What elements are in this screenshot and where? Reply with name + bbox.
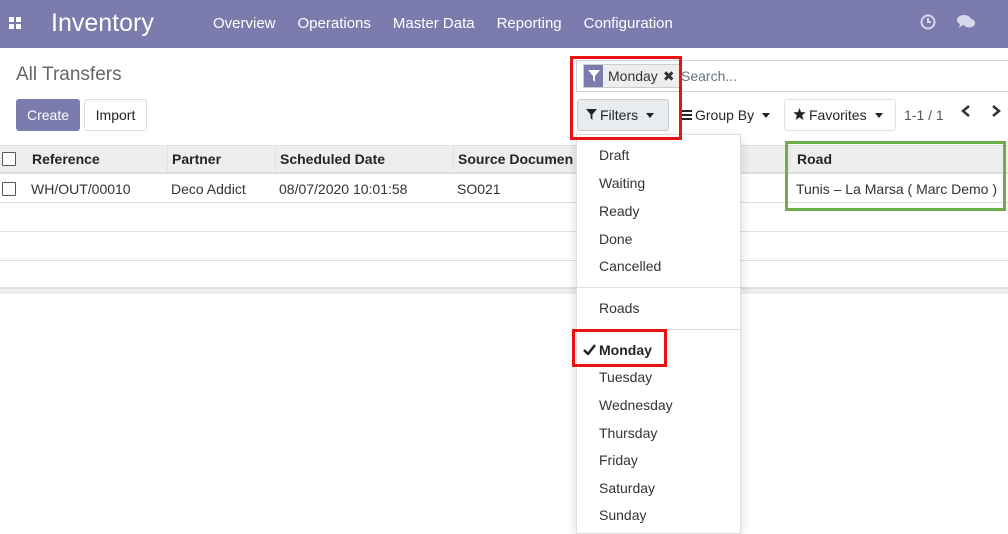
- cell-reference: WH/OUT/00010: [31, 181, 131, 197]
- chat-icon[interactable]: [957, 14, 976, 35]
- main-menu: Overview Operations Master Data Reportin…: [213, 15, 673, 32]
- cell-partner: Deco Addict: [171, 181, 246, 197]
- filter-tuesday[interactable]: Tuesday: [599, 369, 652, 385]
- filters-label: Filters: [600, 107, 639, 123]
- table-row-empty: [0, 204, 1008, 232]
- dropdown-divider: [577, 329, 740, 330]
- menu-overview[interactable]: Overview: [213, 15, 276, 32]
- list-icon: [681, 107, 692, 123]
- table-row[interactable]: WH/OUT/00010 Deco Addict 08/07/2020 10:0…: [0, 175, 1008, 203]
- column-partner[interactable]: Partner: [168, 146, 276, 173]
- select-all-checkbox[interactable]: [2, 152, 16, 166]
- star-icon: [793, 107, 806, 123]
- group-by-label: Group By: [695, 107, 755, 123]
- check-icon: [583, 342, 596, 358]
- import-button[interactable]: Import: [84, 99, 147, 131]
- menu-operations[interactable]: Operations: [298, 15, 371, 32]
- table-row-empty: [0, 261, 1008, 288]
- filters-dropdown: Draft Waiting Ready Done Cancelled Roads…: [576, 134, 741, 534]
- facet-remove-icon[interactable]: ✖: [663, 65, 679, 87]
- search-bar[interactable]: Monday ✖: [576, 60, 1008, 92]
- app-title[interactable]: Inventory: [51, 9, 154, 38]
- filter-thursday[interactable]: Thursday: [599, 425, 657, 441]
- clock-icon[interactable]: [920, 14, 936, 35]
- pager-next-icon[interactable]: [990, 104, 1002, 123]
- create-button[interactable]: Create: [16, 99, 80, 131]
- filter-wednesday[interactable]: Wednesday: [599, 397, 673, 413]
- pager-previous-icon[interactable]: [960, 104, 972, 123]
- favorites-button[interactable]: Favorites: [784, 99, 896, 131]
- column-reference[interactable]: Reference: [28, 146, 168, 173]
- filter-waiting[interactable]: Waiting: [599, 175, 645, 191]
- filters-button[interactable]: Filters: [577, 99, 669, 131]
- filter-done[interactable]: Done: [599, 231, 632, 247]
- filter-saturday[interactable]: Saturday: [599, 480, 655, 496]
- menu-master-data[interactable]: Master Data: [393, 15, 475, 32]
- cell-road: Tunis – La Marsa ( Marc Demo ): [796, 181, 997, 197]
- menu-reporting[interactable]: Reporting: [497, 15, 562, 32]
- dropdown-divider: [577, 287, 740, 288]
- cell-scheduled-date: 08/07/2020 10:01:58: [279, 181, 408, 197]
- table-header: Reference Partner Scheduled Date Source …: [0, 145, 1008, 174]
- filter-ready[interactable]: Ready: [599, 203, 639, 219]
- pager-value[interactable]: 1-1 / 1: [904, 107, 944, 123]
- menu-configuration[interactable]: Configuration: [584, 15, 673, 32]
- favorites-label: Favorites: [809, 107, 867, 123]
- filter-icon: [586, 107, 597, 123]
- table-row-empty: [0, 233, 1008, 261]
- caret-down-icon: [874, 112, 883, 118]
- facet-label: Monday: [608, 68, 658, 84]
- column-scheduled-date[interactable]: Scheduled Date: [276, 146, 454, 173]
- cell-source: SO021: [457, 181, 501, 197]
- caret-down-icon: [762, 112, 771, 118]
- apps-grid-icon[interactable]: [9, 17, 22, 30]
- table-footer: [0, 288, 1008, 294]
- breadcrumb: All Transfers: [16, 64, 122, 85]
- group-by-button[interactable]: Group By: [673, 99, 781, 131]
- search-facet-monday[interactable]: Monday ✖: [583, 64, 680, 88]
- filter-roads[interactable]: Roads: [599, 300, 639, 316]
- filter-draft[interactable]: Draft: [599, 147, 629, 163]
- column-road[interactable]: Road: [793, 146, 1008, 173]
- row-checkbox[interactable]: [2, 182, 16, 196]
- top-navbar: Inventory Overview Operations Master Dat…: [0, 0, 1008, 48]
- filter-friday[interactable]: Friday: [599, 452, 638, 468]
- search-input[interactable]: [681, 66, 981, 86]
- filter-icon: [584, 65, 603, 87]
- caret-down-icon: [646, 112, 655, 118]
- filter-cancelled[interactable]: Cancelled: [599, 258, 661, 274]
- filter-monday[interactable]: Monday: [599, 342, 652, 358]
- filter-sunday[interactable]: Sunday: [599, 507, 646, 523]
